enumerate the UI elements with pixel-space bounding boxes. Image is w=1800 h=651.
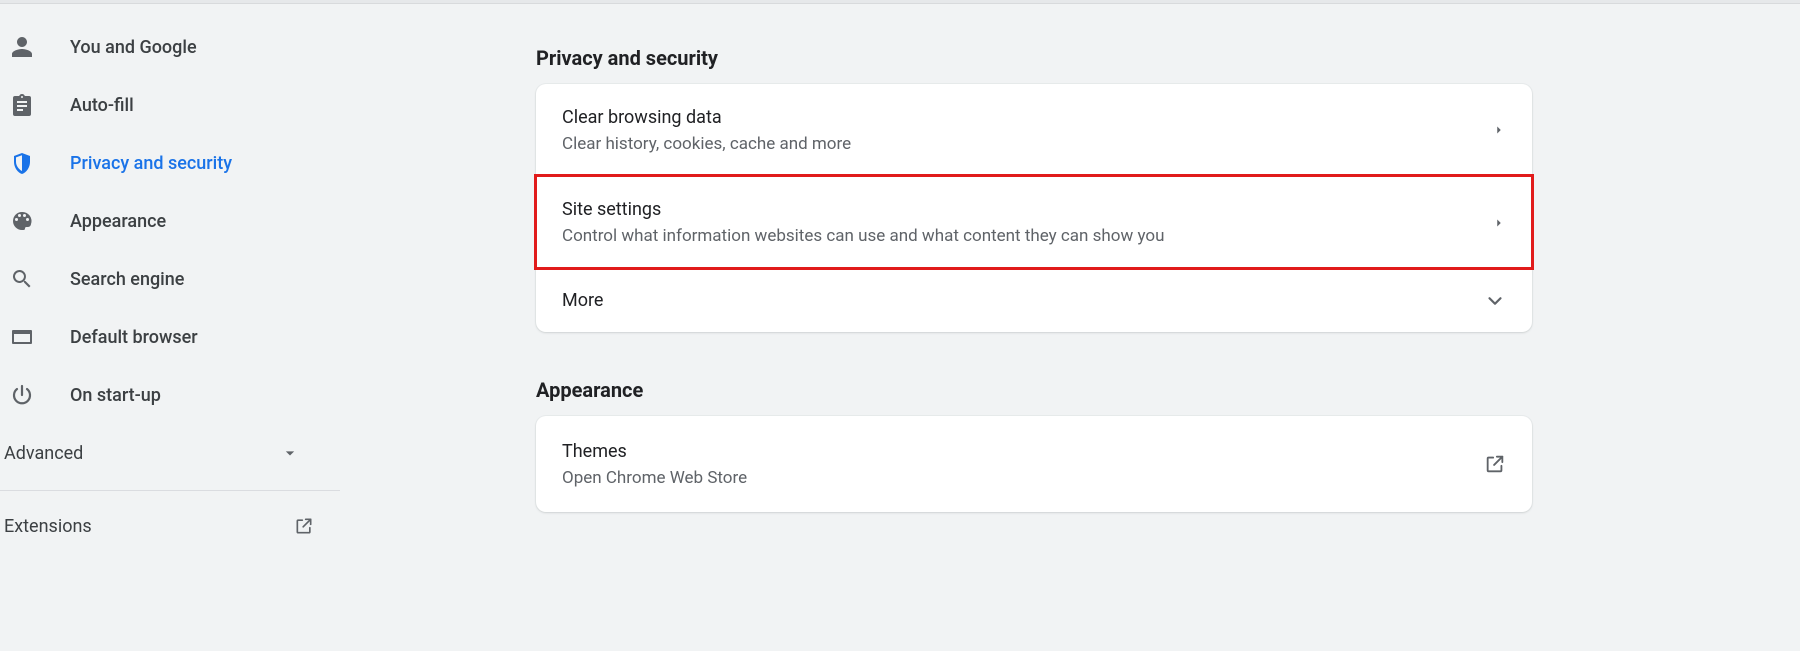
sidebar-item-appearance[interactable]: Appearance [0,192,340,250]
palette-icon [10,209,34,233]
sidebar-item-label: Search engine [70,269,184,290]
section-title-privacy: Privacy and security [536,46,1800,70]
extensions-label: Extensions [4,516,92,537]
caret-right-icon [1492,216,1506,230]
sidebar-item-privacy-security[interactable]: Privacy and security [0,134,340,192]
sidebar-item-label: Default browser [70,327,198,348]
advanced-label: Advanced [4,443,83,464]
open-external-icon [294,516,314,536]
row-more[interactable]: More [536,268,1532,332]
sidebar-item-label: You and Google [70,37,197,58]
sidebar-item-search-engine[interactable]: Search engine [0,250,340,308]
row-texts: Clear browsing data Clear history, cooki… [562,107,851,154]
row-texts: Themes Open Chrome Web Store [562,441,747,488]
clipboard-icon [10,93,34,117]
row-site-settings[interactable]: Site settings Control what information w… [536,176,1532,268]
sidebar-item-label: On start-up [70,385,161,406]
sidebar-item-label: Appearance [70,211,166,232]
open-external-icon [1484,453,1506,475]
chevron-down-icon [1484,290,1506,312]
sidebar-divider [0,490,340,491]
row-subtitle: Control what information websites can us… [562,226,1164,246]
shield-icon [10,151,34,175]
section-title-appearance: Appearance [536,378,1800,402]
sidebar-advanced-toggle[interactable]: Advanced [0,424,340,482]
sidebar-item-label: Auto-fill [70,95,134,116]
row-texts: More [562,290,603,311]
person-icon [10,35,34,59]
row-clear-browsing-data[interactable]: Clear browsing data Clear history, cooki… [536,84,1532,176]
row-title: Site settings [562,199,1164,220]
sidebar-item-label: Privacy and security [70,153,232,174]
row-themes[interactable]: Themes Open Chrome Web Store [536,416,1532,512]
settings-sidebar: You and Google Auto-fill Privacy and sec… [0,4,340,651]
sidebar-item-autofill[interactable]: Auto-fill [0,76,340,134]
privacy-card: Clear browsing data Clear history, cooki… [536,84,1532,332]
row-title: Themes [562,441,747,462]
settings-layout: You and Google Auto-fill Privacy and sec… [0,4,1800,651]
caret-right-icon [1492,123,1506,137]
settings-main: Privacy and security Clear browsing data… [340,4,1800,651]
sidebar-item-default-browser[interactable]: Default browser [0,308,340,366]
sidebar-item-extensions[interactable]: Extensions [0,497,340,555]
row-subtitle: Clear history, cookies, cache and more [562,134,851,154]
power-icon [10,383,34,407]
search-icon [10,267,34,291]
row-title: Clear browsing data [562,107,851,128]
appearance-card: Themes Open Chrome Web Store [536,416,1532,512]
row-title: More [562,290,603,311]
chevron-down-icon [280,443,300,463]
row-subtitle: Open Chrome Web Store [562,468,747,488]
section-gap [536,332,1800,378]
row-texts: Site settings Control what information w… [562,199,1164,246]
sidebar-item-on-startup[interactable]: On start-up [0,366,340,424]
browser-icon [10,325,34,349]
sidebar-item-you-and-google[interactable]: You and Google [0,18,340,76]
